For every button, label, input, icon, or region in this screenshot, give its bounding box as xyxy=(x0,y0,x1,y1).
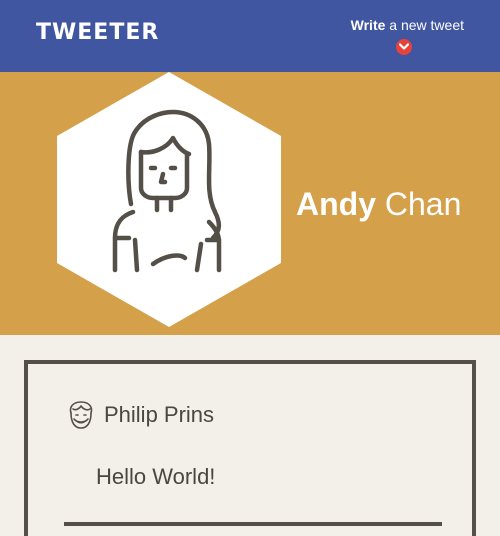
write-tweet-button[interactable]: Write a new tweet xyxy=(351,17,464,33)
top-nav: TWEETER Write a new tweet xyxy=(0,0,500,72)
write-label-rest: a new tweet xyxy=(385,17,464,33)
tweet-card: Philip Prins Hello World! xyxy=(24,360,476,536)
author-avatar-icon xyxy=(69,401,93,429)
profile-banner: Andy Chan xyxy=(0,72,500,335)
write-label-bold: Write xyxy=(350,17,386,33)
chevron-down-icon[interactable] xyxy=(396,39,412,55)
tweet-text: Hello World! xyxy=(96,464,216,489)
brand-logo[interactable]: TWEETER xyxy=(36,20,159,45)
profile-name: Andy Chan xyxy=(296,186,461,223)
profile-first-name: Andy xyxy=(296,186,376,222)
tweet-author[interactable]: Philip Prins xyxy=(104,402,214,428)
tweet-divider xyxy=(64,522,442,526)
avatar-icon xyxy=(57,72,281,327)
profile-last-name: Chan xyxy=(376,186,462,222)
